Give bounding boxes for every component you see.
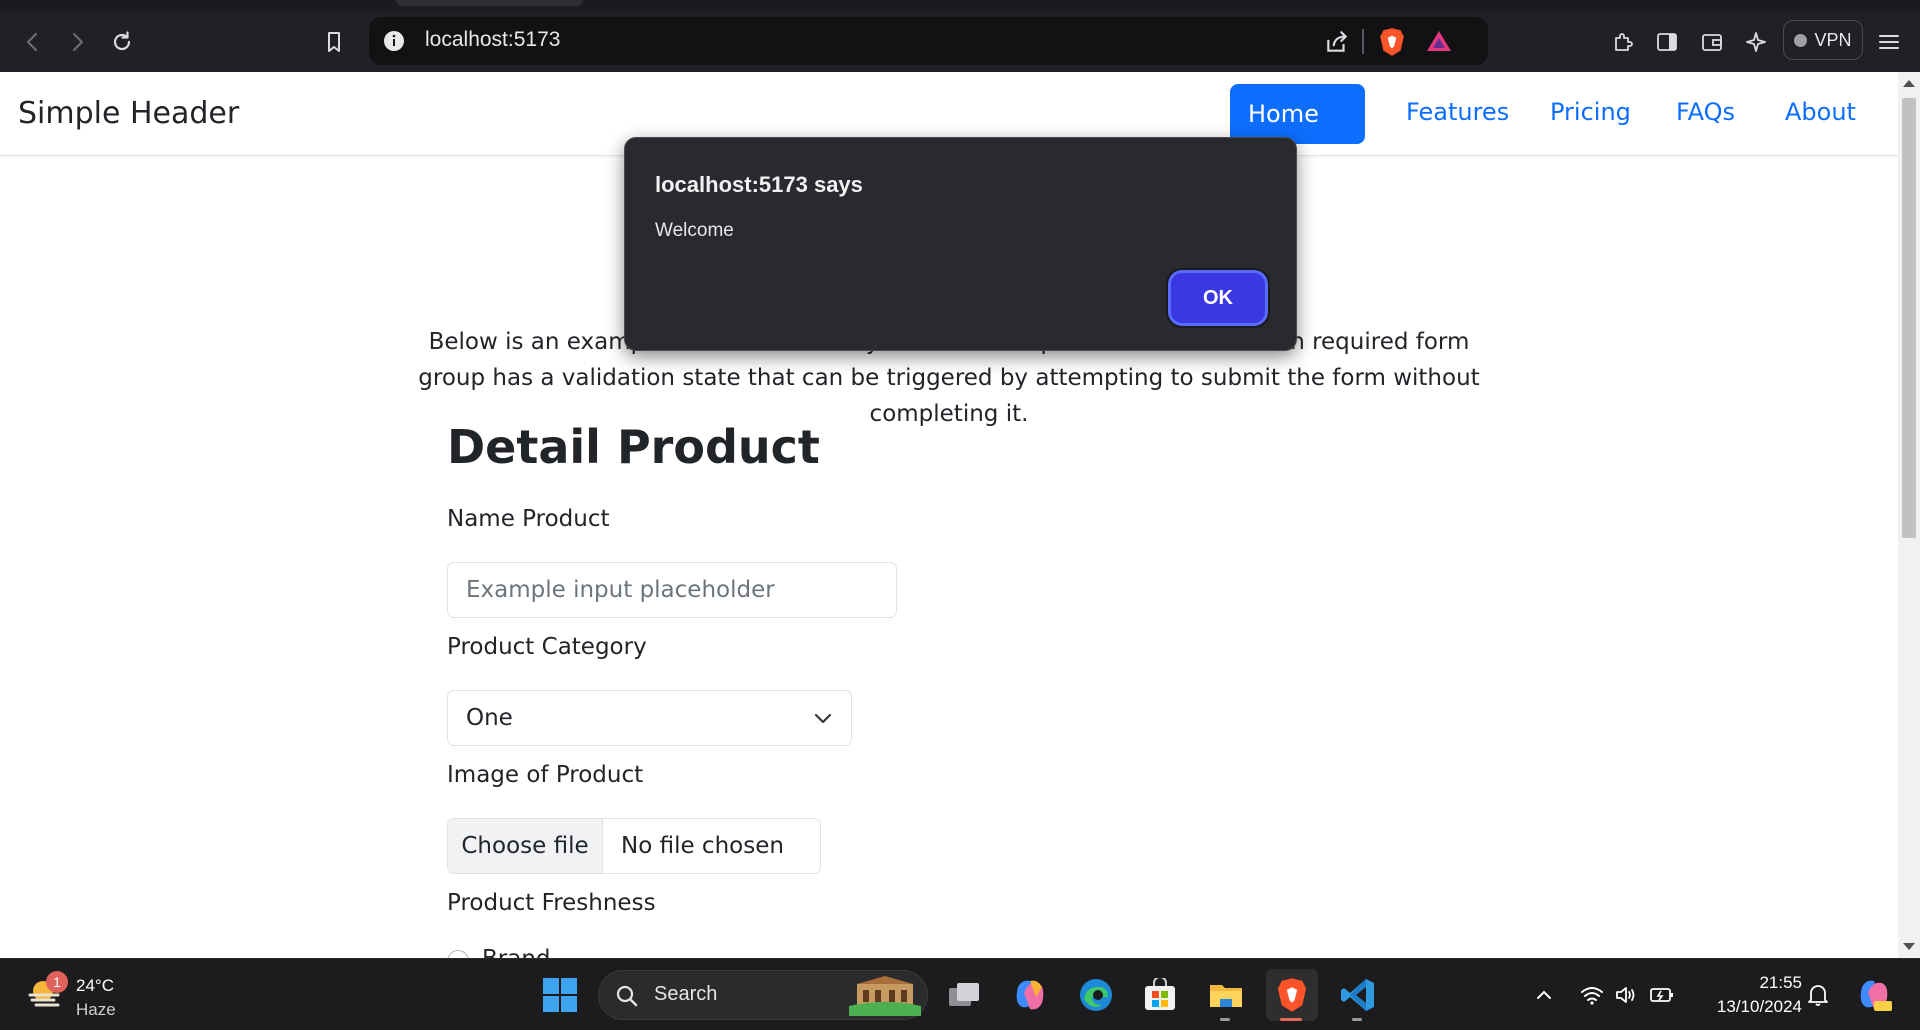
search-icon — [616, 985, 638, 1007]
volume-icon[interactable] — [1612, 981, 1640, 1009]
freshness-radio-brand-new[interactable] — [447, 950, 469, 958]
name-product-label: Name Product — [447, 506, 610, 532]
category-selected-value: One — [466, 705, 513, 731]
active-indicator — [1280, 1018, 1302, 1021]
vpn-status-icon — [1794, 33, 1808, 47]
clock-time: 21:55 — [1759, 973, 1802, 992]
weather-condition: Haze — [76, 1000, 116, 1019]
site-info-icon[interactable] — [382, 29, 406, 53]
start-icon[interactable] — [534, 969, 586, 1021]
share-icon[interactable] — [1324, 29, 1350, 55]
wallet-icon[interactable] — [1697, 27, 1727, 57]
running-indicator — [1352, 1018, 1362, 1021]
copilot-icon[interactable] — [1004, 969, 1056, 1021]
address-bar[interactable]: localhost:5173 — [369, 17, 1488, 65]
page-scrollbar[interactable] — [1898, 72, 1920, 958]
brave-rewards-icon[interactable] — [1426, 29, 1452, 53]
running-indicator — [1220, 1018, 1230, 1021]
nav-link-home[interactable]: Home — [1230, 84, 1365, 144]
menu-icon[interactable] — [1874, 27, 1904, 57]
product-category-select[interactable]: One — [447, 690, 852, 746]
image-file-input[interactable]: Choose file No file chosen — [447, 818, 821, 874]
show-hidden-icons-icon[interactable] — [1530, 981, 1558, 1009]
clock-date: 13/10/2024 — [1716, 997, 1802, 1016]
file-explorer-icon[interactable] — [1200, 969, 1252, 1021]
nav-link-faqs[interactable]: FAQs — [1676, 98, 1735, 126]
edge-icon[interactable] — [1070, 969, 1122, 1021]
section-title: Detail Product — [447, 420, 820, 474]
dialog-title: localhost:5173 says — [655, 172, 863, 197]
active-tab[interactable] — [396, 0, 583, 6]
copilot-pre-icon[interactable] — [1848, 969, 1900, 1021]
product-freshness-label: Product Freshness — [447, 890, 656, 916]
chevron-down-icon — [814, 713, 832, 724]
taskbar-search[interactable]: Search — [598, 970, 928, 1020]
page-viewport: Simple Header Home Features Pricing FAQs… — [0, 72, 1898, 958]
image-product-label: Image of Product — [447, 762, 644, 788]
weather-widget[interactable]: 1 24°C Haze — [26, 971, 146, 1019]
forward-icon[interactable] — [62, 27, 92, 57]
task-view-icon[interactable] — [938, 969, 990, 1021]
file-status-text: No file chosen — [621, 833, 784, 859]
notification-bell-icon[interactable] — [1804, 981, 1832, 1009]
wifi-icon[interactable] — [1578, 981, 1606, 1009]
scroll-down-icon[interactable] — [1903, 943, 1915, 950]
bookmark-icon[interactable] — [319, 27, 349, 57]
name-product-input[interactable] — [447, 562, 897, 618]
brave-shields-icon[interactable] — [1379, 27, 1405, 57]
tab-strip — [0, 0, 1920, 11]
back-icon[interactable] — [18, 27, 48, 57]
battery-icon[interactable] — [1648, 981, 1676, 1009]
weather-temp: 24°C — [76, 976, 114, 995]
nav-link-about[interactable]: About — [1785, 98, 1856, 126]
browser-toolbar: localhost:5173 VPN — [0, 11, 1920, 72]
sidebar-icon[interactable] — [1652, 27, 1682, 57]
search-highlight-icon — [849, 976, 921, 1016]
choose-file-button[interactable]: Choose file — [448, 819, 603, 873]
vpn-button[interactable]: VPN — [1783, 20, 1863, 60]
vpn-label: VPN — [1814, 29, 1852, 50]
scrollbar-thumb[interactable] — [1902, 98, 1916, 538]
system-clock[interactable]: 21:55 13/10/2024 — [1692, 971, 1802, 1019]
dialog-message: Welcome — [655, 220, 734, 241]
dialog-ok-button[interactable]: OK — [1166, 268, 1270, 328]
nav-link-features[interactable]: Features — [1406, 98, 1509, 126]
url-text[interactable]: localhost:5173 — [425, 28, 560, 52]
scroll-up-icon[interactable] — [1903, 80, 1915, 87]
taskbar: 1 24°C Haze Search 21:55 13/10/2024 — [0, 958, 1920, 1030]
extensions-icon[interactable] — [1608, 27, 1638, 57]
leo-ai-icon[interactable] — [1741, 27, 1771, 57]
alert-dialog: localhost:5173 says Welcome OK — [624, 137, 1297, 351]
weather-badge: 1 — [46, 971, 68, 993]
search-label: Search — [654, 983, 718, 1005]
omnibox-divider — [1362, 29, 1364, 54]
microsoft-store-icon[interactable] — [1134, 969, 1186, 1021]
reload-icon[interactable] — [107, 27, 137, 57]
vscode-icon[interactable] — [1332, 969, 1384, 1021]
product-category-label: Product Category — [447, 634, 647, 660]
nav-link-pricing[interactable]: Pricing — [1550, 98, 1631, 126]
brave-browser-icon[interactable] — [1266, 969, 1318, 1021]
brand-title[interactable]: Simple Header — [18, 96, 239, 131]
freshness-option-label: Brand New — [482, 946, 602, 958]
